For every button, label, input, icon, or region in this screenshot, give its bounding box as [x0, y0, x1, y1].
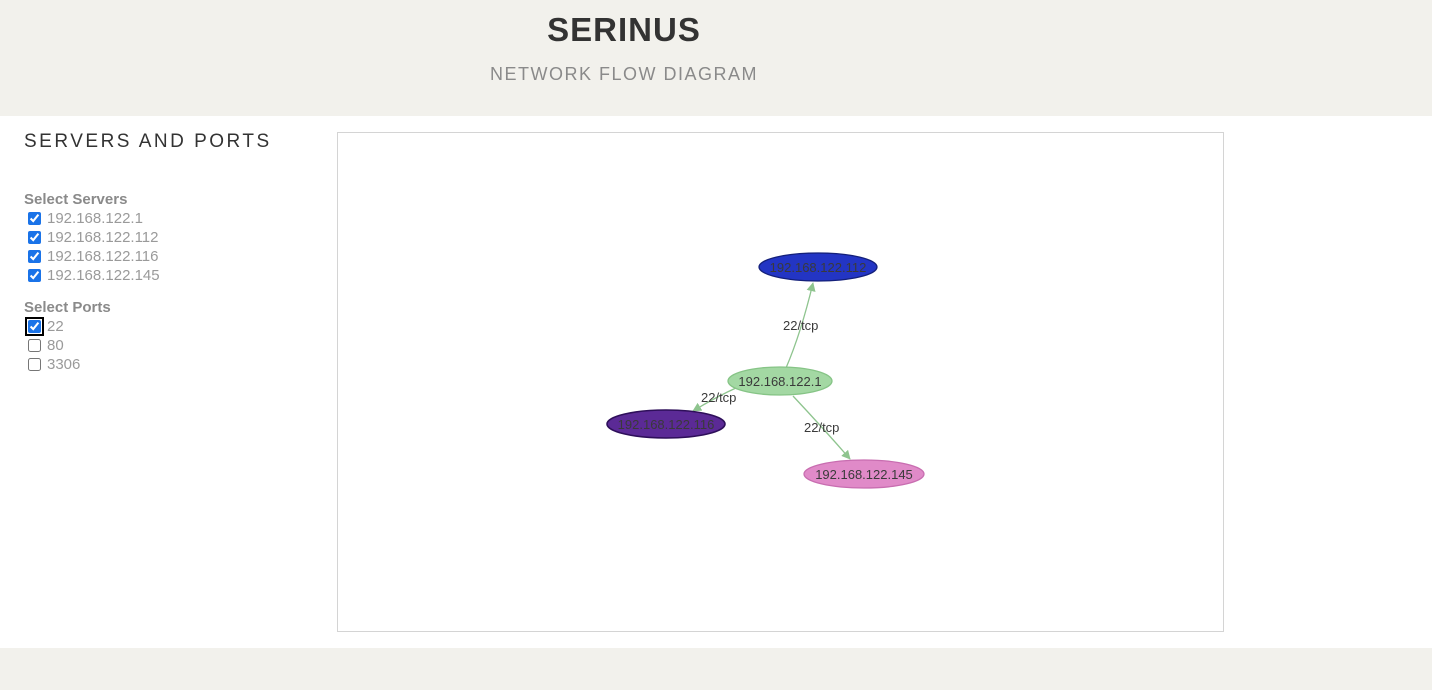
server-checkbox-0[interactable]	[28, 212, 41, 225]
footer	[0, 648, 1432, 690]
port-option-0[interactable]: 22	[25, 317, 314, 336]
node-label-145: 192.168.122.145	[815, 467, 913, 482]
server-option-0[interactable]: 192.168.122.1	[28, 209, 314, 228]
node-192-168-122-145[interactable]: 192.168.122.145	[803, 459, 925, 489]
port-option-1[interactable]: 80	[28, 336, 314, 355]
node-192-168-122-112[interactable]: 192.168.122.112	[758, 252, 878, 282]
server-checkbox-1[interactable]	[28, 231, 41, 244]
node-label-112: 192.168.122.112	[770, 260, 867, 275]
edge-label-1-to-116: 22/tcp	[701, 390, 736, 405]
server-option-2[interactable]: 192.168.122.116	[28, 247, 314, 266]
app-title: SERINUS	[547, 11, 701, 48]
network-graph-panel[interactable]: 22/tcp 22/tcp 22/tcp 192.168.122.112 192…	[337, 132, 1224, 632]
header: SERINUS NETWORK FLOW DIAGRAM	[0, 0, 1432, 116]
sidebar: SERVERS AND PORTS Select Servers 192.168…	[24, 128, 314, 374]
server-checkbox-3[interactable]	[28, 269, 41, 282]
select-servers-label: Select Servers	[24, 191, 128, 208]
port-checkbox-1[interactable]	[28, 339, 41, 352]
port-option-2[interactable]: 3306	[28, 355, 314, 374]
edge-label-1-to-112: 22/tcp	[783, 318, 818, 333]
server-label-1: 192.168.122.112	[47, 229, 159, 246]
server-label-3: 192.168.122.145	[47, 267, 160, 284]
server-label-0: 192.168.122.1	[47, 210, 143, 227]
server-checkbox-2[interactable]	[28, 250, 41, 263]
node-label-116: 192.168.122.116	[618, 417, 715, 432]
node-192-168-122-1[interactable]: 192.168.122.1	[727, 366, 833, 396]
select-ports-label: Select Ports	[24, 299, 111, 316]
port-label-0: 22	[47, 318, 64, 335]
app-subtitle: NETWORK FLOW DIAGRAM	[490, 64, 758, 84]
node-label-1: 192.168.122.1	[738, 374, 821, 389]
server-option-3[interactable]: 192.168.122.145	[28, 266, 314, 285]
port-label-2: 3306	[47, 356, 81, 373]
port-label-1: 80	[47, 337, 64, 354]
edge-label-1-to-145: 22/tcp	[804, 420, 839, 435]
node-192-168-122-116[interactable]: 192.168.122.116	[606, 409, 726, 439]
port-checkbox-0[interactable]	[25, 317, 44, 336]
network-graph[interactable]: 22/tcp 22/tcp 22/tcp 192.168.122.112 192…	[338, 133, 1223, 631]
port-checkbox-2[interactable]	[28, 358, 41, 371]
server-label-2: 192.168.122.116	[47, 248, 159, 265]
sidebar-heading: SERVERS AND PORTS	[24, 131, 272, 152]
server-option-1[interactable]: 192.168.122.112	[28, 228, 314, 247]
